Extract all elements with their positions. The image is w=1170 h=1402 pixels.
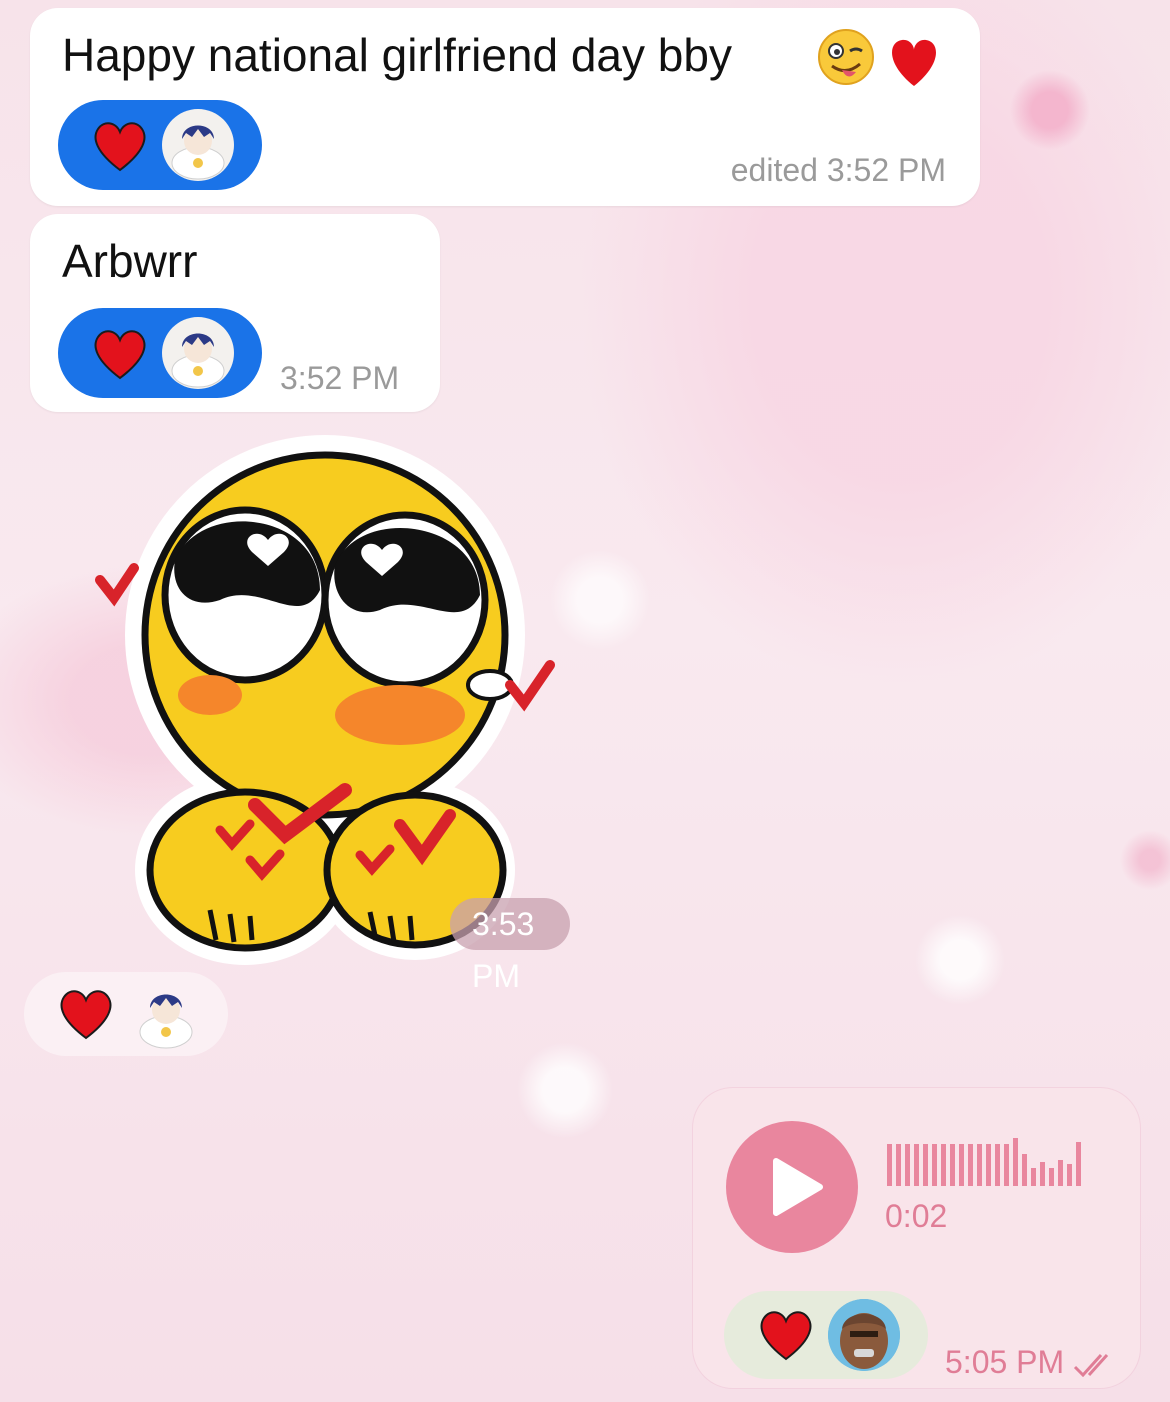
message-bubble-1[interactable]: Happy national girlfriend day bby edited… (30, 8, 980, 206)
message-time: 3:52 PM (280, 360, 400, 396)
user-avatar (828, 1299, 900, 1371)
sticker-time: 3:53 PM (450, 898, 570, 994)
user-avatar (162, 317, 234, 389)
message-text: Arbwrr (62, 235, 198, 287)
message-bubble-2[interactable]: Arbwrr 3:52 PM (30, 214, 440, 412)
message-time: edited 3:52 PM (730, 152, 946, 188)
heart-icon (94, 330, 146, 380)
heart-icon (94, 122, 146, 172)
reaction-pill[interactable] (58, 308, 262, 398)
user-avatar (130, 978, 202, 1050)
heart-icon (60, 990, 112, 1040)
winking-tongue-emoji-icon (818, 29, 936, 86)
voice-message-bubble[interactable]: 0:02 5:05 PM (693, 1088, 1140, 1388)
reaction-pill[interactable] (58, 100, 262, 190)
cute-blushing-face-sticker-icon (95, 435, 555, 965)
reaction-row[interactable] (24, 972, 228, 1056)
voice-duration: 0:02 (885, 1198, 948, 1234)
sticker-message[interactable]: 3:53 PM (70, 430, 570, 994)
read-checkmarks-icon (1074, 1353, 1109, 1377)
user-avatar (162, 109, 234, 181)
reaction-pill[interactable] (724, 1291, 928, 1379)
play-button[interactable] (726, 1121, 858, 1253)
heart-icon (760, 1311, 812, 1361)
message-emoji (816, 20, 946, 90)
message-time: 5:05 PM (945, 1344, 1117, 1381)
voice-waveform[interactable] (885, 1138, 1095, 1188)
message-text: Happy national girlfriend day bby (62, 29, 732, 81)
play-icon (773, 1158, 823, 1216)
